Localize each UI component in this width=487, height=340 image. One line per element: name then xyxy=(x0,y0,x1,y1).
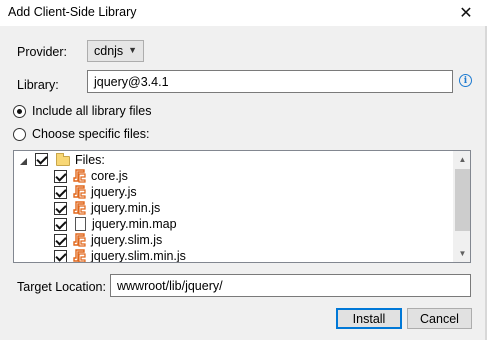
library-input[interactable]: jquery@3.4.1 xyxy=(87,70,453,93)
provider-dropdown[interactable]: cdnjs ▼ xyxy=(87,40,144,62)
include-all-files-radio[interactable]: Include all library files xyxy=(13,104,152,118)
radio-unselected-icon xyxy=(13,127,26,141)
file-name: jquery.js xyxy=(91,185,137,199)
folder-icon xyxy=(56,153,70,166)
file-name: jquery.slim.js xyxy=(91,233,163,247)
target-location-label: Target Location: xyxy=(17,280,106,294)
js-file-icon xyxy=(73,185,86,199)
file-checkbox[interactable] xyxy=(54,169,67,183)
js-file-icon xyxy=(73,201,86,215)
library-label: Library: xyxy=(17,78,59,92)
files-tree[interactable]: Files: core.js jquery.js jquery.min.js j… xyxy=(13,150,471,263)
file-checkbox[interactable] xyxy=(54,185,67,199)
expander-icon[interactable] xyxy=(19,155,28,169)
tree-root-row[interactable]: Files: xyxy=(14,152,454,168)
list-item[interactable]: jquery.slim.js xyxy=(54,232,162,248)
radio-selected-icon xyxy=(13,104,26,118)
install-button[interactable]: Install xyxy=(336,308,402,329)
provider-value: cdnjs xyxy=(94,44,124,58)
choose-specific-files-radio[interactable]: Choose specific files: xyxy=(13,127,149,141)
file-name: core.js xyxy=(91,169,128,183)
file-checkbox[interactable] xyxy=(54,201,67,215)
library-input-value: jquery@3.4.1 xyxy=(94,74,169,89)
scrollbar-thumb[interactable] xyxy=(455,169,470,231)
list-item[interactable]: jquery.js xyxy=(54,184,137,200)
title-bar: Add Client-Side Library ✕ xyxy=(0,0,487,26)
file-checkbox[interactable] xyxy=(54,217,67,231)
cancel-button[interactable]: Cancel xyxy=(407,308,472,329)
close-icon[interactable]: ✕ xyxy=(453,1,479,25)
include-all-files-label: Include all library files xyxy=(32,104,152,118)
list-item[interactable]: jquery.min.js xyxy=(54,200,160,216)
file-name: jquery.min.js xyxy=(91,201,161,215)
map-file-icon xyxy=(75,217,86,231)
provider-label: Provider: xyxy=(17,45,68,59)
info-icon[interactable]: i xyxy=(459,74,472,87)
add-client-side-library-dialog: Add Client-Side Library ✕ Provider: cdnj… xyxy=(0,0,487,340)
scroll-up-icon[interactable]: ▲ xyxy=(454,151,470,168)
chevron-down-icon: ▼ xyxy=(128,45,137,55)
js-file-icon xyxy=(73,233,86,247)
list-item[interactable]: jquery.slim.min.js xyxy=(54,248,186,263)
window-title: Add Client-Side Library xyxy=(8,5,137,19)
tree-root-label: Files: xyxy=(75,153,105,167)
target-location-input[interactable]: wwwroot/lib/jquery/ xyxy=(110,274,471,297)
root-checkbox[interactable] xyxy=(35,153,48,166)
choose-specific-files-label: Choose specific files: xyxy=(32,127,150,141)
vertical-scrollbar[interactable]: ▲ ▼ xyxy=(453,151,470,262)
list-item[interactable]: jquery.min.map xyxy=(54,216,177,232)
scroll-down-icon[interactable]: ▼ xyxy=(454,245,470,262)
list-item[interactable]: core.js xyxy=(54,168,128,184)
file-checkbox[interactable] xyxy=(54,233,67,247)
target-location-value: wwwroot/lib/jquery/ xyxy=(117,278,223,293)
js-file-icon xyxy=(73,249,86,262)
file-name: jquery.min.map xyxy=(92,217,177,231)
js-file-icon xyxy=(73,169,86,183)
file-name: jquery.slim.min.js xyxy=(91,249,186,263)
file-checkbox[interactable] xyxy=(54,249,67,262)
